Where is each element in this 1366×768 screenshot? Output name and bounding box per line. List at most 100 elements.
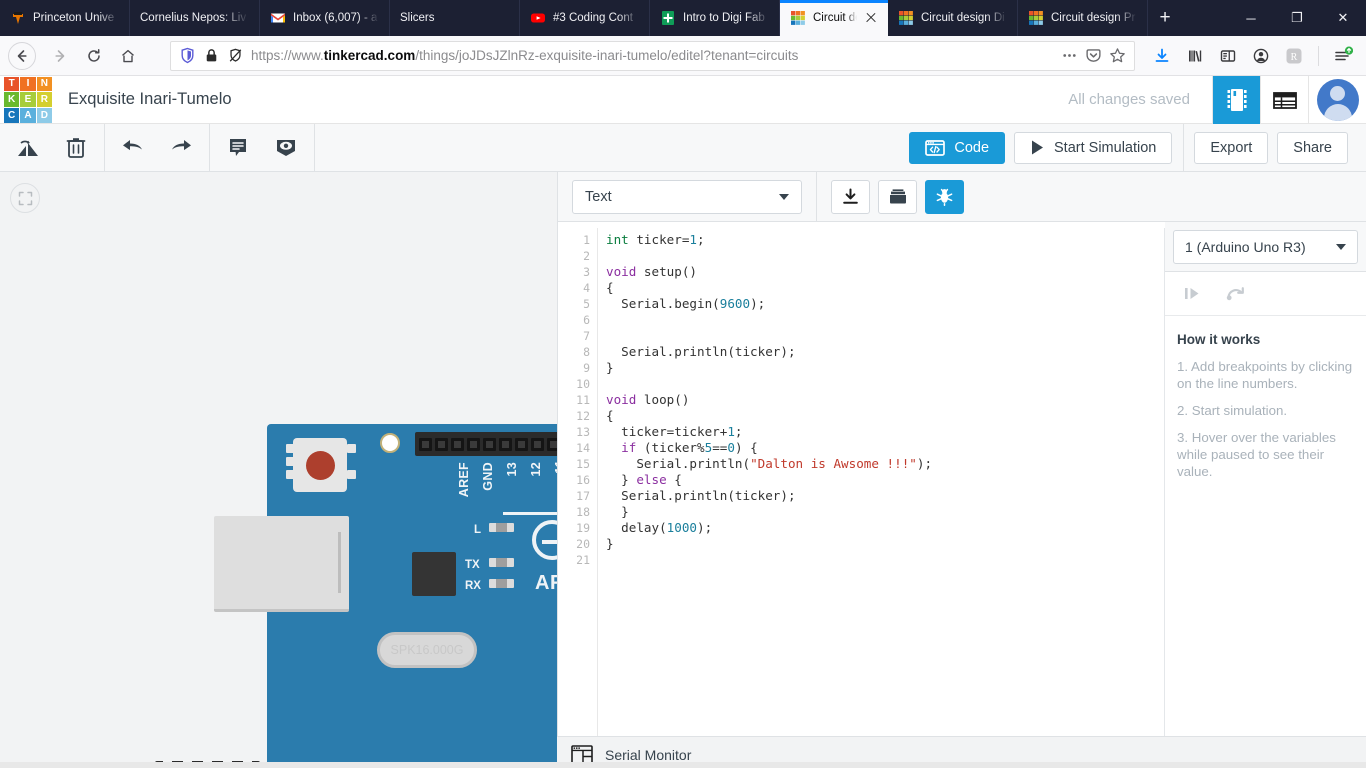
- page-footer-scrollbar[interactable]: [0, 762, 1366, 768]
- line-number[interactable]: 8: [558, 344, 590, 360]
- shield-icon[interactable]: [179, 47, 196, 64]
- page-actions-icon[interactable]: [1061, 47, 1078, 64]
- line-number[interactable]: 2: [558, 248, 590, 264]
- browser-tab-2[interactable]: Inbox (6,007) - a: [260, 0, 390, 36]
- tinkercad-logo[interactable]: T I N K E R C A D: [4, 76, 52, 123]
- code-line[interactable]: }: [606, 360, 1164, 376]
- line-number[interactable]: 10: [558, 376, 590, 392]
- board-select[interactable]: 1 (Arduino Uno R3): [1173, 229, 1358, 264]
- code-line[interactable]: delay(1000);: [606, 520, 1164, 536]
- maximize-button[interactable]: ❐: [1274, 0, 1320, 36]
- export-button[interactable]: Export: [1194, 131, 1269, 164]
- code-line[interactable]: {: [606, 280, 1164, 296]
- visibility-button[interactable]: [262, 124, 310, 172]
- undo-button[interactable]: [109, 124, 157, 172]
- bookmark-star-icon[interactable]: [1109, 47, 1126, 64]
- account-icon[interactable]: [1246, 40, 1276, 72]
- menu-icon[interactable]: [1328, 40, 1358, 72]
- line-number[interactable]: 18: [558, 504, 590, 520]
- new-tab-button[interactable]: +: [1148, 0, 1182, 36]
- notes-button[interactable]: [214, 124, 262, 172]
- line-number[interactable]: 16: [558, 472, 590, 488]
- close-window-button[interactable]: ✕: [1320, 0, 1366, 36]
- code-line[interactable]: } else {: [606, 472, 1164, 488]
- home-button[interactable]: [112, 40, 144, 72]
- url-text[interactable]: https://www.tinkercad.com/things/joJDsJZ…: [251, 48, 1054, 63]
- browser-tab-0[interactable]: Princeton Unive: [0, 0, 130, 36]
- downloads-icon[interactable]: [1147, 40, 1177, 72]
- line-number[interactable]: 1: [558, 232, 590, 248]
- line-number[interactable]: 21: [558, 552, 590, 568]
- line-number[interactable]: 14: [558, 440, 590, 456]
- code-line[interactable]: [606, 312, 1164, 328]
- browser-tab-4[interactable]: #3 Coding Cont: [520, 0, 650, 36]
- code-library-button[interactable]: [878, 179, 917, 214]
- forward-button[interactable]: [44, 40, 76, 72]
- code-editor[interactable]: 1 2 3 4 5 6 7 8 9 10 11 12 13 14 15 16 17 18 19 20 21 int ti…: [558, 228, 1165, 768]
- code-line[interactable]: Serial.println("Dalton is Awsome !!!");: [606, 456, 1164, 472]
- user-avatar-button[interactable]: [1308, 75, 1366, 124]
- line-number-gutter[interactable]: 1 2 3 4 5 6 7 8 9 10 11 12 13 14 15 16 17 18 19 20 21: [558, 228, 598, 768]
- grid-view-button[interactable]: [1260, 75, 1308, 124]
- sidebar-icon[interactable]: [1213, 40, 1243, 72]
- code-line[interactable]: void loop(): [606, 392, 1164, 408]
- circuit-canvas[interactable]: AREF GND 13 12 ~11 L TX RX ARD SPK16.000…: [0, 172, 557, 768]
- line-number[interactable]: 19: [558, 520, 590, 536]
- code-text[interactable]: int ticker=1; void setup(){ Serial.begin…: [598, 228, 1164, 768]
- reload-button[interactable]: [78, 40, 110, 72]
- step-over-button[interactable]: [1173, 278, 1211, 310]
- browser-tab-5[interactable]: Intro to Digi Fab: [650, 0, 780, 36]
- code-line[interactable]: }: [606, 504, 1164, 520]
- code-mode-select[interactable]: Text: [572, 179, 802, 214]
- code-line[interactable]: [606, 552, 1164, 568]
- browser-tab-7[interactable]: Circuit design Di: [888, 0, 1018, 36]
- start-simulation-button[interactable]: Start Simulation: [1014, 131, 1173, 164]
- line-number[interactable]: 3: [558, 264, 590, 280]
- back-button[interactable]: [8, 41, 36, 70]
- code-line[interactable]: }: [606, 536, 1164, 552]
- extension-icon[interactable]: R: [1279, 40, 1309, 72]
- line-number[interactable]: 15: [558, 456, 590, 472]
- digital-pin-header[interactable]: [415, 432, 557, 456]
- close-icon[interactable]: [864, 11, 878, 25]
- share-button[interactable]: Share: [1277, 131, 1348, 164]
- continue-button[interactable]: [1217, 278, 1255, 310]
- line-number[interactable]: 6: [558, 312, 590, 328]
- code-line[interactable]: [606, 248, 1164, 264]
- reset-button[interactable]: [293, 438, 347, 492]
- code-line[interactable]: if (ticker%5==0) {: [606, 440, 1164, 456]
- browser-tab-1[interactable]: Cornelius Nepos: Liv: [130, 0, 260, 36]
- redo-button[interactable]: [157, 124, 205, 172]
- tracking-protection-icon[interactable]: [227, 47, 244, 64]
- code-line[interactable]: Serial.begin(9600);: [606, 296, 1164, 312]
- line-number[interactable]: 20: [558, 536, 590, 552]
- delete-button[interactable]: [52, 124, 100, 172]
- line-number[interactable]: 5: [558, 296, 590, 312]
- library-icon[interactable]: [1180, 40, 1210, 72]
- line-number[interactable]: 7: [558, 328, 590, 344]
- line-number[interactable]: 17: [558, 488, 590, 504]
- pocket-icon[interactable]: [1085, 47, 1102, 64]
- code-line[interactable]: int ticker=1;: [606, 232, 1164, 248]
- code-line[interactable]: Serial.println(ticker);: [606, 344, 1164, 360]
- code-line[interactable]: ticker=ticker+1;: [606, 424, 1164, 440]
- arduino-board[interactable]: AREF GND 13 12 ~11 L TX RX ARD SPK16.000…: [155, 424, 557, 768]
- download-code-button[interactable]: [831, 179, 870, 214]
- browser-tab-8[interactable]: Circuit design Pr: [1018, 0, 1148, 36]
- line-number[interactable]: 9: [558, 360, 590, 376]
- line-number[interactable]: 13: [558, 424, 590, 440]
- browser-tab-6-active[interactable]: Circuit desig: [780, 0, 888, 36]
- fullscreen-button[interactable]: [10, 183, 40, 213]
- code-line[interactable]: Serial.println(ticker);: [606, 488, 1164, 504]
- line-number[interactable]: 11: [558, 392, 590, 408]
- line-number[interactable]: 12: [558, 408, 590, 424]
- rotate-button[interactable]: [4, 124, 52, 172]
- document-title[interactable]: Exquisite Inari-Tumelo: [68, 90, 232, 109]
- code-line[interactable]: [606, 376, 1164, 392]
- code-line[interactable]: [606, 328, 1164, 344]
- browser-tab-3[interactable]: Slicers: [390, 0, 520, 36]
- debug-button[interactable]: [925, 179, 964, 214]
- code-line[interactable]: {: [606, 408, 1164, 424]
- url-bar[interactable]: https://www.tinkercad.com/things/joJDsJZ…: [170, 40, 1135, 71]
- code-button[interactable]: Code: [909, 131, 1006, 164]
